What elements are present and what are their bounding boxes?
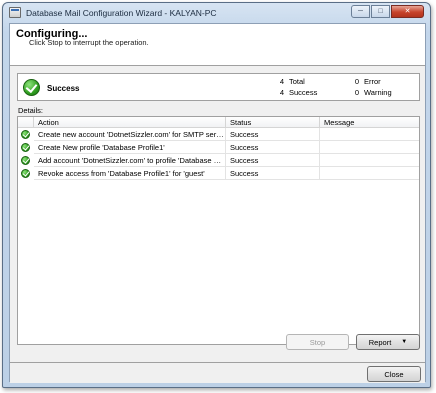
title-bar[interactable]: Database Mail Configuration Wizard - KAL… [3, 3, 430, 23]
row-status: Success [226, 141, 320, 154]
row-message [320, 128, 419, 141]
summary-panel: Success 4 Total 4 Success 0 Error 0 Warning [17, 73, 420, 101]
row-action: Create new account 'DotnetSizzler.com' f… [34, 128, 226, 141]
error-stat: 0 Error [351, 77, 381, 86]
table-row[interactable]: Create New profile 'Database Profile1' S… [18, 141, 419, 154]
row-action: Create New profile 'Database Profile1' [34, 141, 226, 154]
total-stat: 4 Total [276, 77, 305, 86]
column-header-message[interactable]: Message [320, 117, 419, 128]
column-header-action[interactable]: Action [34, 117, 226, 128]
overall-status: Success [47, 84, 80, 93]
column-header-icon[interactable] [18, 117, 34, 128]
close-button-label: Close [384, 369, 404, 379]
table-row[interactable]: Add account 'DotnetSizzler.com' to profi… [18, 154, 419, 167]
error-count: 0 [354, 77, 359, 86]
success-count: 4 [279, 88, 284, 97]
row-status: Success [226, 167, 320, 180]
success-check-icon [21, 156, 30, 165]
row-message [320, 167, 419, 180]
success-label: Success [289, 88, 318, 97]
warning-label: Warning [364, 88, 392, 97]
table-row[interactable]: Revoke access from 'Database Profile1' f… [18, 167, 419, 180]
window-controls: ─ □ ✕ [350, 5, 424, 18]
success-check-icon [21, 143, 30, 152]
warning-count: 0 [354, 88, 359, 97]
details-label: Details: [18, 106, 44, 115]
error-label: Error [364, 77, 381, 86]
row-message [320, 141, 419, 154]
success-check-icon [23, 79, 40, 96]
stop-button[interactable]: Stop [286, 334, 349, 350]
total-label: Total [289, 77, 305, 86]
warning-stat: 0 Warning [351, 88, 392, 97]
minimize-icon[interactable]: ─ [351, 5, 370, 18]
page-subtitle: Click Stop to interrupt the operation. [29, 38, 149, 47]
grid-header: Action Status Message [18, 117, 419, 128]
table-row[interactable]: Create new account 'DotnetSizzler.com' f… [18, 128, 419, 141]
chevron-down-icon: ▼ [401, 339, 408, 345]
success-check-icon [21, 130, 30, 139]
client-area: Configuring... Click Stop to interrupt t… [9, 23, 426, 383]
success-stat: 4 Success [276, 88, 318, 97]
wizard-window: Database Mail Configuration Wizard - KAL… [2, 2, 431, 388]
close-button[interactable]: Close [367, 366, 421, 382]
column-header-status[interactable]: Status [226, 117, 320, 128]
details-grid[interactable]: Action Status Message Create new account… [17, 116, 420, 345]
app-window-icon [9, 7, 21, 18]
row-action: Add account 'DotnetSizzler.com' to profi… [34, 154, 226, 167]
stop-button-label: Stop [309, 337, 326, 347]
report-button[interactable]: Report ▼ [356, 334, 420, 350]
page-header: Configuring... Click Stop to interrupt t… [10, 24, 425, 66]
footer-bar [10, 363, 425, 383]
maximize-icon[interactable]: □ [371, 5, 390, 18]
total-count: 4 [279, 77, 284, 86]
row-action: Revoke access from 'Database Profile1' f… [34, 167, 226, 180]
report-button-label: Report [368, 337, 392, 347]
window-title: Database Mail Configuration Wizard - KAL… [26, 8, 217, 18]
success-check-icon [21, 169, 30, 178]
row-message [320, 154, 419, 167]
row-status: Success [226, 128, 320, 141]
close-icon[interactable]: ✕ [391, 5, 424, 18]
row-status: Success [226, 154, 320, 167]
